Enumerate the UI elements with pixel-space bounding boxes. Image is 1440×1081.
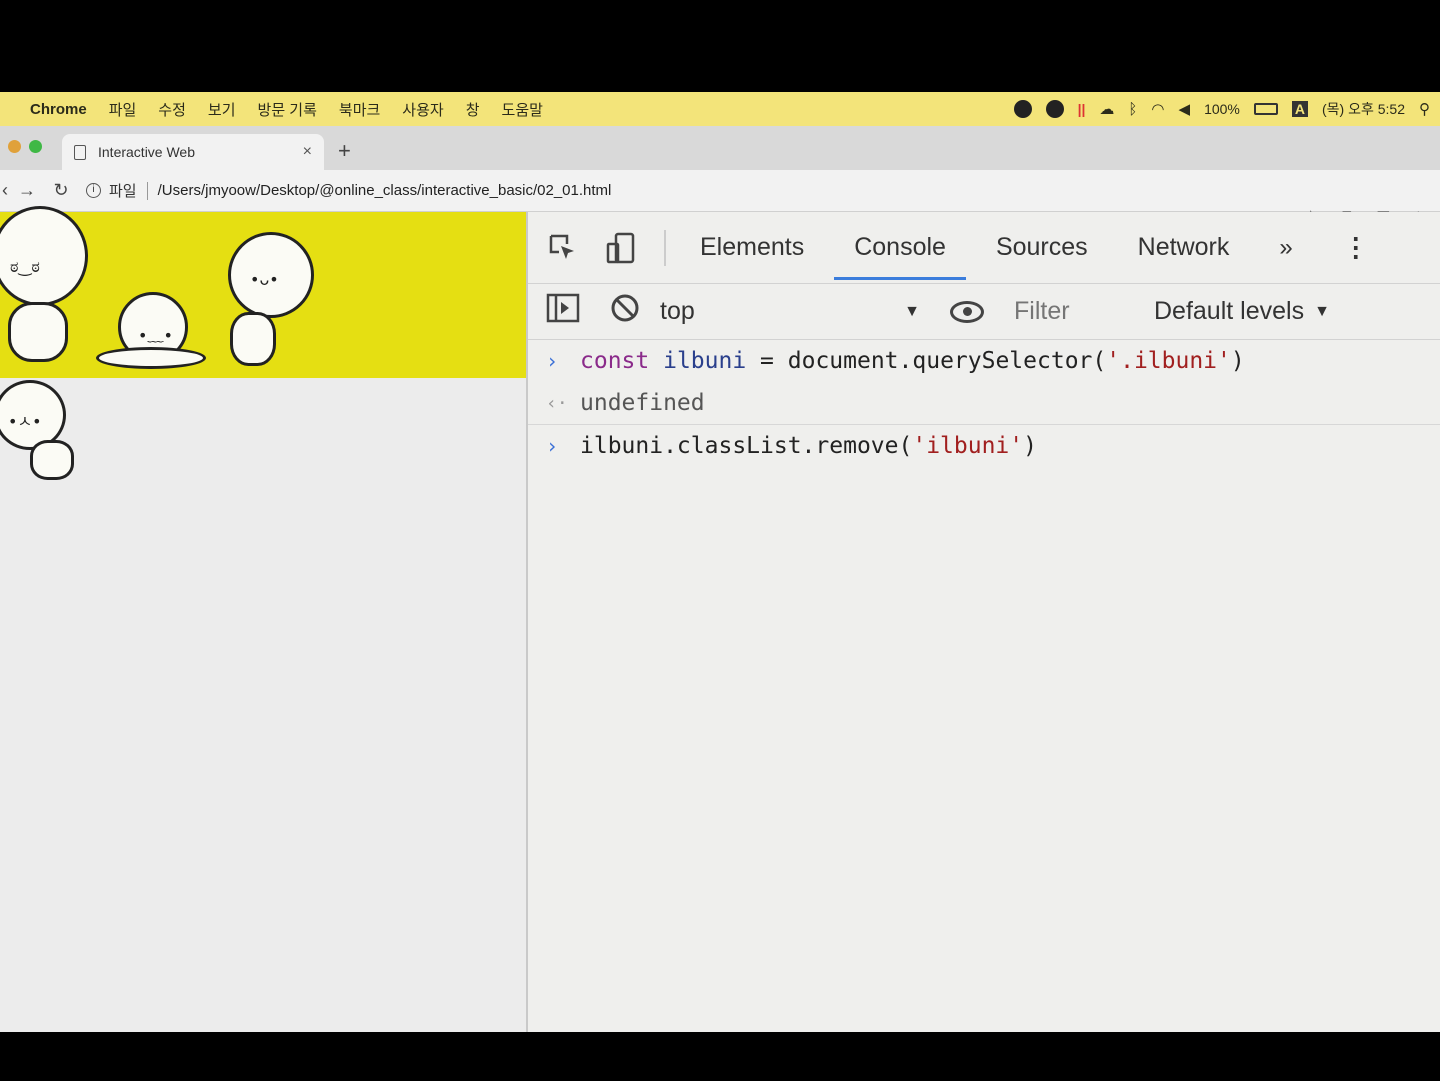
menu-help[interactable]: 도움말 [502, 99, 543, 120]
device-toolbar-icon[interactable] [606, 232, 636, 264]
cloud-icon[interactable]: ☁ [1099, 100, 1114, 118]
battery-icon[interactable] [1253, 103, 1278, 115]
bluetooth-icon[interactable]: ᛒ [1128, 101, 1137, 118]
console-current-input[interactable]: ilbuni.classList.remove('ilbuni') [580, 433, 1037, 459]
recording-app-icon[interactable] [1013, 100, 1032, 118]
clear-console-icon[interactable] [610, 293, 640, 330]
window-controls [8, 140, 42, 153]
devtools-tabbar: Elements Console Sources Network » ⋮ [528, 212, 1440, 284]
inspect-element-icon[interactable] [548, 232, 578, 264]
ilbuni-character-melted: •﹏• [96, 292, 206, 372]
tab-title: Interactive Web [98, 144, 196, 160]
chevron-down-icon: ▼ [1314, 302, 1330, 320]
console-code: const ilbuni = document.querySelector('.… [580, 348, 1245, 374]
devtools-tab-separator [664, 229, 666, 266]
menu-window[interactable]: 창 [466, 99, 480, 120]
tab-close-icon[interactable]: × [303, 143, 312, 161]
console-input-line: › const ilbuni = document.querySelector(… [528, 340, 1440, 382]
menu-view[interactable]: 보기 [208, 99, 236, 120]
console-result-text: undefined [580, 390, 705, 416]
wifi-icon[interactable]: ◠ [1151, 100, 1164, 118]
console-output[interactable]: › const ilbuni = document.querySelector(… [528, 340, 1440, 467]
input-prompt-icon: › [546, 434, 559, 458]
browser-tabstrip: Interactive Web × + [0, 126, 1440, 170]
tab-elements[interactable]: Elements [700, 215, 804, 280]
back-arrow-icon[interactable]: ‹ [0, 180, 10, 201]
result-arrow-icon: ‹· [546, 392, 568, 414]
ilbuni-character-running: •ᴗ• [210, 232, 320, 372]
context-selector[interactable]: top ▼ [640, 297, 940, 326]
ilbuni-character-dancing: •ㅅ• [0, 380, 100, 490]
reload-icon[interactable]: ↻ [44, 180, 78, 201]
console-toolbar: top ▼ Default levels ▼ [528, 284, 1440, 340]
zoom-window-button[interactable] [29, 140, 42, 153]
spotlight-search-icon[interactable]: ⚲ [1419, 100, 1430, 118]
minimize-window-button[interactable] [8, 140, 21, 153]
tab-sources[interactable]: Sources [996, 215, 1088, 280]
browser-toolbar: ‹ → ↻ i 파일 /Users/jmyoow/Desktop/@online… [0, 170, 1440, 225]
site-info-icon[interactable]: i [86, 183, 101, 198]
omnibox-divider [146, 181, 148, 200]
dropdown-arrow-icon: ▼ [904, 302, 920, 320]
new-tab-button[interactable]: + [338, 138, 351, 164]
tab-network[interactable]: Network [1138, 215, 1230, 280]
browser-tab[interactable]: Interactive Web × [62, 134, 324, 170]
show-sidebar-icon[interactable] [546, 293, 580, 330]
menu-edit[interactable]: 수정 [158, 99, 186, 120]
battery-percent[interactable]: 100% [1204, 101, 1240, 117]
ilbuni-character-sitting: ಠ‿ಠ [0, 206, 100, 372]
menubar-status-area: || ☁ ᛒ ◠ ◀ 100% A (목) 오후 5:52 ⚲ [1013, 99, 1440, 119]
devtools-menu-icon[interactable]: ⋮ [1343, 232, 1369, 263]
devtools-panel: Elements Console Sources Network » ⋮ top… [526, 212, 1440, 1032]
tab-console[interactable]: Console [834, 215, 966, 280]
yellow-banner: ಠ‿ಠ •﹏• •ᴗ• [0, 206, 526, 378]
log-levels-dropdown[interactable]: Default levels ▼ [1154, 297, 1330, 326]
console-filter-input[interactable] [1014, 297, 1134, 326]
menu-file[interactable]: 파일 [109, 99, 137, 120]
console-result-line: ‹· undefined [528, 382, 1440, 425]
live-expression-eye-icon[interactable] [950, 300, 984, 323]
circle-app-icon[interactable] [1045, 100, 1064, 118]
input-prompt-icon: › [546, 349, 559, 373]
context-value: top [660, 297, 695, 325]
console-prompt-line[interactable]: › ilbuni.classList.remove('ilbuni') [528, 425, 1440, 467]
address-bar[interactable]: i 파일 /Users/jmyoow/Desktop/@online_class… [86, 180, 611, 201]
url-scheme-label: 파일 [109, 183, 137, 200]
input-source-indicator[interactable]: A [1291, 101, 1308, 117]
more-tabs-icon[interactable]: » [1279, 234, 1292, 262]
forward-arrow-icon[interactable]: → [10, 180, 44, 201]
page-favicon-icon [74, 144, 86, 160]
log-levels-label: Default levels [1154, 297, 1305, 325]
menu-bookmarks[interactable]: 북마크 [339, 99, 380, 120]
volume-icon[interactable]: ◀ [1179, 100, 1191, 118]
url-text[interactable]: /Users/jmyoow/Desktop/@online_class/inte… [158, 182, 612, 199]
macos-menubar: Chrome 파일 수정 보기 방문 기록 북마크 사용자 창 도움말 || ☁… [0, 92, 1440, 126]
menu-history[interactable]: 방문 기록 [258, 99, 317, 120]
menu-people[interactable]: 사용자 [402, 99, 443, 120]
page-viewport: ಠ‿ಠ •﹏• •ᴗ• •ㅅ• [0, 206, 526, 1032]
menubar-clock[interactable]: (목) 오후 5:52 [1322, 99, 1405, 119]
menu-app-chrome[interactable]: Chrome [30, 101, 87, 118]
pause-icon[interactable]: || [1078, 101, 1086, 117]
screen: Chrome 파일 수정 보기 방문 기록 북마크 사용자 창 도움말 || ☁… [0, 92, 1440, 1032]
